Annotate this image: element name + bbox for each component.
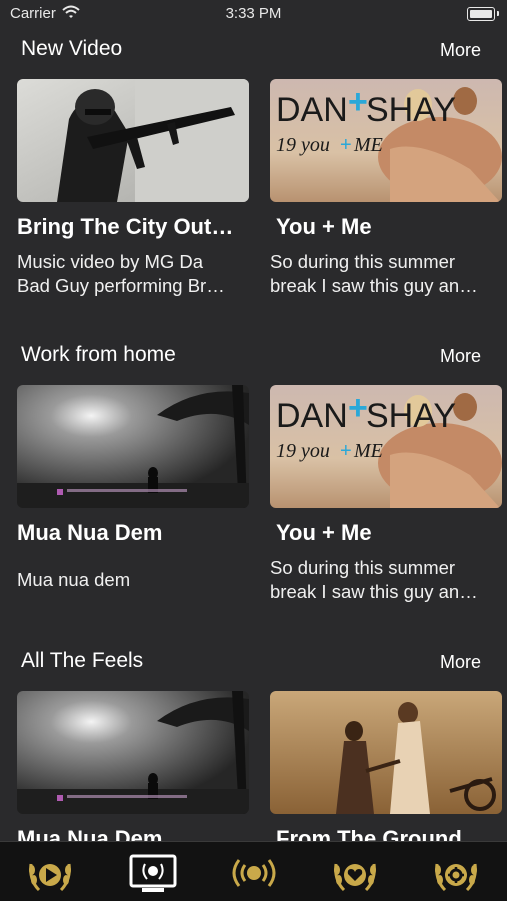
svg-text:DAN: DAN — [276, 397, 348, 435]
section-title: All The Feels — [21, 649, 144, 672]
svg-text:+: + — [348, 389, 368, 427]
laurel-play-icon[interactable] — [25, 850, 75, 896]
video-card[interactable]: DAN + SHAY 19 you + ME You + Me So durin… — [270, 385, 502, 604]
battery-icon — [467, 7, 495, 21]
more-button[interactable]: More — [440, 40, 481, 61]
video-card[interactable]: From The Ground — [270, 691, 502, 852]
more-button[interactable]: More — [440, 652, 481, 673]
video-title[interactable]: Mua Nua Dem — [17, 520, 249, 546]
status-bar: Carrier 3:33 PM — [0, 0, 507, 28]
svg-text:ME: ME — [353, 440, 383, 462]
video-title[interactable]: Bring The City Out… — [17, 214, 249, 240]
video-description: So during this summer break I saw this g… — [270, 251, 478, 296]
video-card[interactable]: Bring The City Out… Music video by MG Da… — [17, 79, 249, 298]
broadcast-icon[interactable] — [229, 850, 279, 896]
svg-text:+: + — [340, 440, 352, 462]
svg-text:19 you: 19 you — [276, 134, 330, 156]
video-thumbnail[interactable] — [17, 385, 249, 508]
section-title: Work from home — [21, 343, 176, 366]
video-title[interactable]: You + Me — [270, 520, 502, 546]
tab-bar — [0, 841, 507, 901]
svg-text:+: + — [348, 83, 368, 121]
video-thumbnail[interactable]: DAN + SHAY 19 you + ME — [270, 385, 502, 508]
svg-text:SHAY: SHAY — [366, 397, 456, 435]
video-thumbnail[interactable] — [17, 79, 249, 202]
laurel-gear-icon[interactable] — [431, 850, 481, 896]
video-card[interactable]: Mua Nua Dem — [17, 691, 249, 852]
video-description: Mua nua dem — [17, 569, 131, 590]
video-thumbnail[interactable] — [17, 691, 249, 814]
video-title[interactable]: You + Me — [270, 214, 502, 240]
laurel-heart-icon[interactable] — [330, 850, 380, 896]
status-time: 3:33 PM — [225, 5, 282, 22]
svg-text:SHAY: SHAY — [366, 91, 456, 129]
svg-text:19 you: 19 you — [276, 440, 330, 462]
section-header: All The Feels More — [0, 642, 507, 682]
video-description: So during this summer break I saw this g… — [270, 557, 478, 602]
video-card[interactable]: DAN + SHAY 19 you + ME You + Me So durin… — [270, 79, 502, 298]
more-button[interactable]: More — [440, 346, 481, 367]
svg-text:+: + — [340, 134, 352, 156]
video-thumbnail[interactable]: DAN + SHAY 19 you + ME — [270, 79, 502, 202]
svg-text:DAN: DAN — [276, 91, 348, 129]
video-thumbnail[interactable] — [270, 691, 502, 814]
svg-text:ME: ME — [353, 134, 383, 156]
tv-laurel-icon[interactable] — [128, 850, 178, 896]
section-header: New Video More — [0, 30, 507, 70]
section-header: Work from home More — [0, 336, 507, 376]
video-description: Music video by MG Da Bad Guy performing … — [17, 251, 225, 296]
video-card[interactable]: Mua Nua Dem Mua nua dem — [17, 385, 249, 604]
section-title: New Video — [21, 37, 123, 60]
